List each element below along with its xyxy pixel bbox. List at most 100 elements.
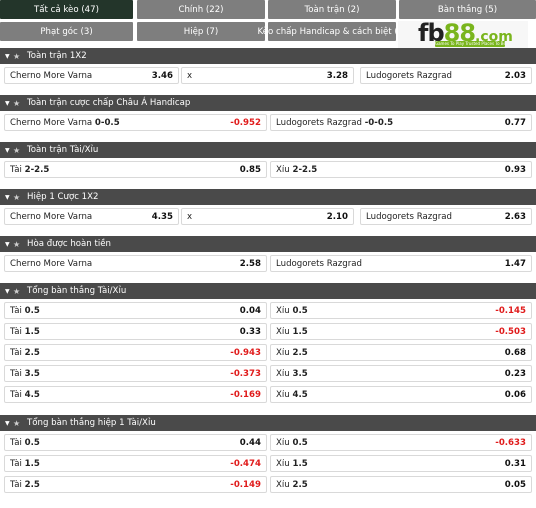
section-header[interactable]: ▼ ★ Toàn trận 1X2 — [0, 48, 536, 64]
section-header[interactable]: ▼ ★ Toàn trận cược chấp Châu Á Handicap — [0, 95, 536, 111]
selection-label: Xỉu 1.5 — [276, 459, 505, 469]
odds-value: 2.58 — [239, 258, 261, 269]
caret-down-icon[interactable]: ▼ — [5, 241, 13, 248]
star-icon[interactable]: ★ — [13, 52, 23, 61]
selection-name: Xỉu — [276, 458, 290, 469]
odds-cell[interactable]: Xỉu 0.5 -0.145 — [270, 302, 532, 319]
handicap-line: 1.5 — [24, 326, 40, 337]
star-icon[interactable]: ★ — [13, 99, 23, 108]
star-icon[interactable]: ★ — [13, 287, 23, 296]
selection-label: Xỉu 0.5 — [276, 306, 495, 316]
handicap-line: 2.5 — [24, 347, 40, 358]
section-title: Toàn trận 1X2 — [27, 51, 87, 61]
odds-cell[interactable]: Xỉu 2-2.5 0.93 — [270, 161, 532, 178]
tab-corners[interactable]: Phạt góc (3) — [0, 22, 133, 41]
odds-cell[interactable]: Tài 2.5 -0.149 — [4, 476, 267, 493]
odds-cell[interactable]: Tài 0.5 0.04 — [4, 302, 267, 319]
odds-cell[interactable]: Cherno More Varna 2.58 — [4, 255, 267, 272]
star-icon[interactable]: ★ — [13, 240, 23, 249]
section-title: Toàn trận cược chấp Châu Á Handicap — [27, 98, 191, 108]
logo-tagline: Games To Play Trusted Places To Bet — [435, 41, 505, 47]
tab-handicap[interactable]: Kèo chấp Handicap & cách biệt (1) — [257, 22, 407, 41]
selection-label: Tài 0.5 — [10, 306, 240, 316]
odds-cell[interactable]: Xỉu 4.5 0.06 — [270, 386, 532, 403]
selection-name: Xỉu — [276, 347, 290, 358]
odds-cell[interactable]: Tài 4.5 -0.169 — [4, 386, 267, 403]
odds-value: -0.503 — [495, 326, 526, 337]
odds-cell[interactable]: Cherno More Varna 4.35 — [4, 208, 179, 225]
market-section: ▼ ★ Tổng bàn thắng hiệp 1 Tài/Xỉu Tài 0.5 0.… — [0, 415, 536, 497]
caret-down-icon[interactable]: ▼ — [5, 288, 13, 295]
odds-cell[interactable]: Cherno More Varna 0-0.5 -0.952 — [4, 114, 267, 131]
odds-cell[interactable]: x 3.28 — [181, 67, 354, 84]
odds-cell[interactable]: Ludogorets Razgrad 2.03 — [360, 67, 532, 84]
handicap-line: -0-0.5 — [364, 117, 394, 128]
odds-value: 2.03 — [504, 70, 526, 81]
tab-main[interactable]: Chính (22) — [137, 0, 265, 19]
section-header[interactable]: ▼ ★ Hiệp 1 Cược 1X2 — [0, 189, 536, 205]
odds-cell[interactable]: Tài 1.5 0.33 — [4, 323, 267, 340]
odds-value: 0.31 — [504, 458, 526, 469]
odds-cell[interactable]: Ludogorets Razgrad 2.63 — [360, 208, 532, 225]
selection-label: Cherno More Varna — [10, 212, 152, 222]
odds-value: 0.04 — [239, 305, 261, 316]
odds-cell[interactable]: Ludogorets Razgrad 1.47 — [270, 255, 532, 272]
selection-name: Ludogorets Razgrad — [366, 70, 452, 81]
star-icon[interactable]: ★ — [13, 193, 23, 202]
tab-halves[interactable]: Hiệp (7) — [137, 22, 265, 41]
odds-cell[interactable]: Xỉu 1.5 0.31 — [270, 455, 532, 472]
handicap-line: 0.5 — [292, 437, 308, 448]
handicap-line: 4.5 — [292, 389, 308, 400]
section-header[interactable]: ▼ ★ Toàn trận Tài/Xỉu — [0, 142, 536, 158]
odds-cell[interactable]: Xỉu 2.5 0.05 — [270, 476, 532, 493]
odds-cell[interactable]: Tài 1.5 -0.474 — [4, 455, 267, 472]
odds-cell[interactable]: Tài 0.5 0.44 — [4, 434, 267, 451]
selection-name: Tài — [10, 389, 22, 400]
selection-label: Xỉu 2-2.5 — [276, 165, 505, 175]
tab-full-match[interactable]: Toàn trận (2) — [268, 0, 396, 19]
odds-cell[interactable]: Xỉu 2.5 0.68 — [270, 344, 532, 361]
caret-down-icon[interactable]: ▼ — [5, 100, 13, 107]
odds-cell[interactable]: Xỉu 1.5 -0.503 — [270, 323, 532, 340]
odds-cell[interactable]: x 2.10 — [181, 208, 354, 225]
selection-label: Tài 1.5 — [10, 327, 240, 337]
selection-name: Tài — [10, 305, 22, 316]
market-section: ▼ ★ Tổng bàn thắng Tài/Xỉu Tài 0.5 0.04 Xỉu 0… — [0, 283, 536, 407]
selection-label: x — [187, 212, 327, 222]
star-icon[interactable]: ★ — [13, 419, 23, 428]
odds-cell[interactable]: Xỉu 3.5 0.23 — [270, 365, 532, 382]
section-title: Hiệp 1 Cược 1X2 — [27, 192, 99, 202]
selection-name: Tài — [10, 164, 22, 175]
odds-value: -0.952 — [230, 117, 261, 128]
fb88-logo[interactable]: fb88.com Games To Play Trusted Places To… — [398, 21, 528, 48]
selection-label: Ludogorets Razgrad -0-0.5 — [276, 118, 505, 128]
section-header[interactable]: ▼ ★ Tổng bàn thắng Tài/Xỉu — [0, 283, 536, 299]
odds-cell[interactable]: Tài 3.5 -0.373 — [4, 365, 267, 382]
section-header[interactable]: ▼ ★ Tổng bàn thắng hiệp 1 Tài/Xỉu — [0, 415, 536, 431]
selection-name: Xỉu — [276, 479, 290, 490]
odds-cell[interactable]: Tài 2-2.5 0.85 — [4, 161, 267, 178]
odds-value: 2.10 — [326, 211, 348, 222]
market-section: ▼ ★ Toàn trận cược chấp Châu Á Handicap Che… — [0, 95, 536, 135]
selection-name: Tài — [10, 368, 22, 379]
caret-down-icon[interactable]: ▼ — [5, 194, 13, 201]
caret-down-icon[interactable]: ▼ — [5, 420, 13, 427]
selection-label: Cherno More Varna — [10, 71, 152, 81]
caret-down-icon[interactable]: ▼ — [5, 147, 13, 154]
market-section: ▼ ★ Toàn trận Tài/Xỉu Tài 2-2.5 0.85 Xỉu 2-2.… — [0, 142, 536, 182]
tab-all[interactable]: Tất cả kèo (47) — [0, 0, 133, 19]
selection-label: Xỉu 0.5 — [276, 438, 495, 448]
caret-down-icon[interactable]: ▼ — [5, 53, 13, 60]
odds-cell[interactable]: Tài 2.5 -0.943 — [4, 344, 267, 361]
market-section: ▼ ★ Hiệp 1 Cược 1X2 Cherno More Varna 4.35 x 2… — [0, 189, 536, 229]
section-header[interactable]: ▼ ★ Hòa được hoàn tiền — [0, 236, 536, 252]
section-title: Tổng bàn thắng Tài/Xỉu — [27, 286, 127, 296]
selection-label: Xỉu 2.5 — [276, 348, 505, 358]
tab-goals[interactable]: Bàn thắng (5) — [399, 0, 536, 19]
odds-cell[interactable]: Xỉu 0.5 -0.633 — [270, 434, 532, 451]
odds-value: -0.149 — [230, 479, 261, 490]
odds-cell[interactable]: Cherno More Varna 3.46 — [4, 67, 179, 84]
handicap-line: 1.5 — [292, 326, 308, 337]
odds-cell[interactable]: Ludogorets Razgrad -0-0.5 0.77 — [270, 114, 532, 131]
star-icon[interactable]: ★ — [13, 146, 23, 155]
